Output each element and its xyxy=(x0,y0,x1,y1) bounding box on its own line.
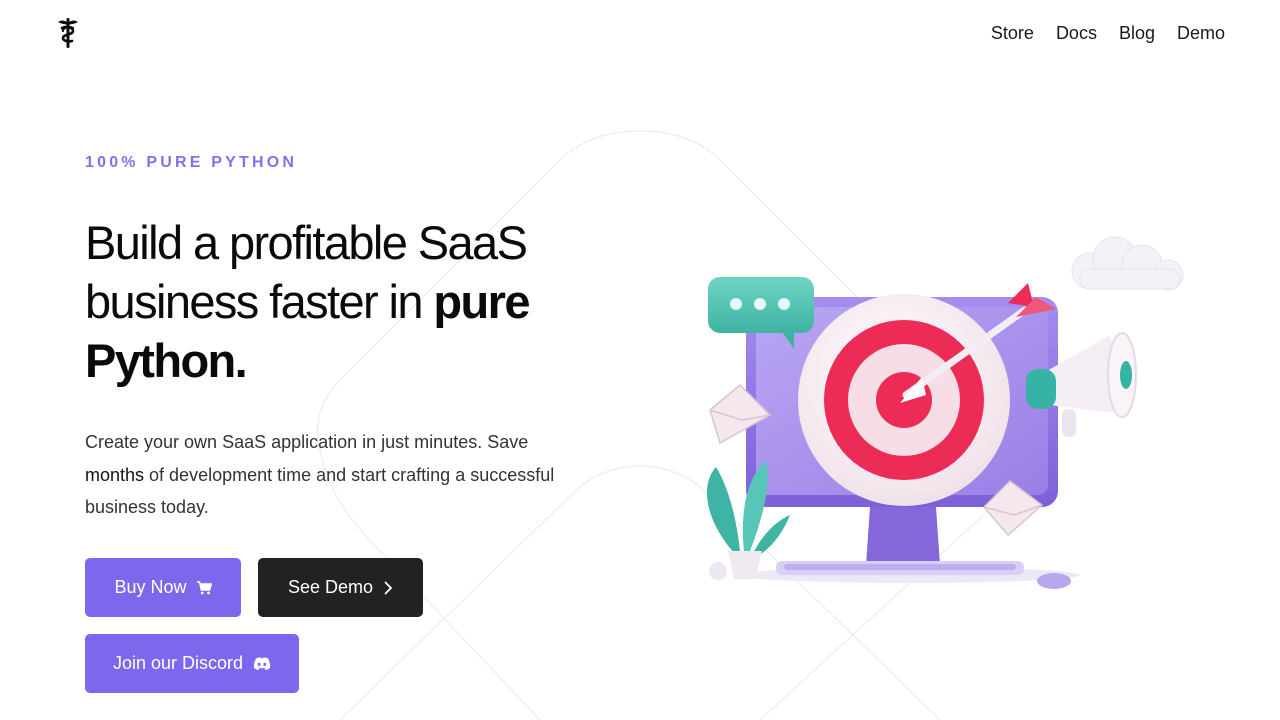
hero-headline: Build a profitable SaaS business faster … xyxy=(85,213,605,390)
see-demo-label: See Demo xyxy=(287,577,374,597)
main-nav: Store Docs Blog Demo xyxy=(991,21,1225,45)
caduceus-logo-icon[interactable] xyxy=(56,17,80,49)
nav-store-link[interactable]: Store xyxy=(991,21,1034,45)
subtitle-text-2: of development time and start crafting a… xyxy=(85,464,555,518)
discord-icon xyxy=(253,657,271,670)
subtitle-emphasis: months xyxy=(85,464,145,485)
chevron-right-icon xyxy=(383,581,393,595)
nav-demo-link[interactable]: Demo xyxy=(1177,21,1225,45)
nav-blog-link[interactable]: Blog xyxy=(1119,21,1155,45)
cart-icon xyxy=(196,580,212,595)
hero-subtitle: Create your own SaaS application in just… xyxy=(85,426,585,524)
hero-eyebrow: 100% PURE PYTHON xyxy=(85,154,298,171)
computer-target-illustration xyxy=(690,225,1200,605)
join-discord-button[interactable]: Join our Discord xyxy=(85,634,299,693)
buy-now-button[interactable]: Buy Now xyxy=(85,558,241,617)
buy-now-label: Buy Now xyxy=(114,577,187,597)
see-demo-button[interactable]: See Demo xyxy=(258,558,423,617)
nav-docs-link[interactable]: Docs xyxy=(1056,21,1097,45)
join-discord-label: Join our Discord xyxy=(112,653,244,673)
subtitle-text-1: Create your own SaaS application in just… xyxy=(85,432,529,452)
site-header: Store Docs Blog Demo xyxy=(0,0,1280,66)
